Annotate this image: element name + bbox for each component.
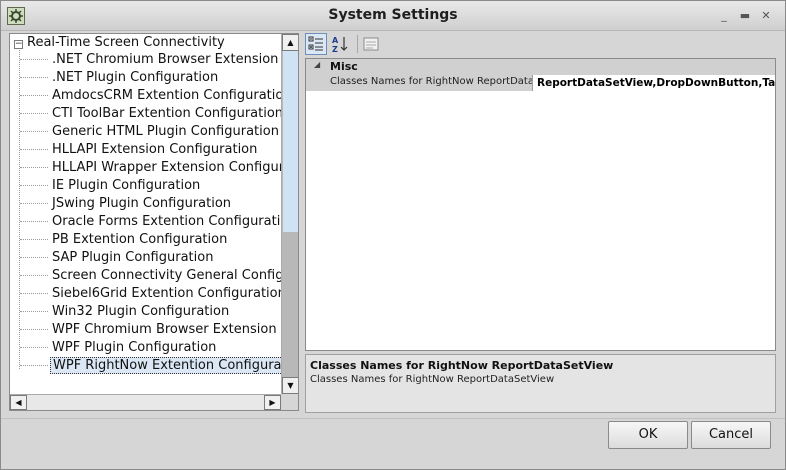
tree-root-label: Real-Time Screen Connectivity (27, 35, 225, 50)
ok-button[interactable]: OK (608, 421, 688, 449)
tree-item-label: HLLAPI Extension Configuration (52, 142, 258, 157)
scroll-right-icon[interactable]: ▶ (264, 395, 281, 410)
property-grid[interactable]: ◢ Misc Classes Names for RightNow Report… (305, 58, 776, 351)
scroll-corner (281, 394, 298, 410)
scroll-left-icon[interactable]: ◀ (10, 395, 27, 410)
toolbar-separator (357, 35, 358, 53)
tree-item-label: Oracle Forms Extention Configuratio (52, 214, 282, 229)
tree-item-label: .NET Plugin Configuration (52, 70, 219, 85)
minimize-button[interactable]: _ (717, 10, 731, 22)
maximize-button[interactable]: ▬ (738, 10, 752, 22)
tree-item[interactable]: .NET Chromium Browser Extension (20, 51, 282, 69)
category-row[interactable]: ◢ Misc (306, 59, 775, 75)
tree-item[interactable]: SAP Plugin Configuration (20, 249, 282, 267)
tree-item[interactable]: WPF Plugin Configuration (20, 339, 282, 357)
tree-item[interactable]: Screen Connectivity General Configu (20, 267, 282, 285)
tree-item[interactable]: IE Plugin Configuration (20, 177, 282, 195)
tree-item[interactable]: Siebel6Grid Extention Configuration (20, 285, 282, 303)
tree-item-label: PB Extention Configuration (52, 232, 228, 247)
tree-item-label: HLLAPI Wrapper Extension Configur (52, 160, 282, 175)
collapse-icon[interactable]: − (14, 40, 23, 49)
tree-item-label: WPF RightNow Extention Configurati (50, 357, 282, 374)
footer-divider (1, 418, 785, 419)
system-settings-window: System Settings _ ▬ ✕ − Real-Time Screen … (0, 0, 786, 470)
scroll-down-icon[interactable]: ▼ (282, 377, 298, 394)
tree-item-label: WPF Chromium Browser Extension C (52, 322, 282, 337)
tree-item-label: AmdocsCRM Extention Configuration (52, 88, 282, 103)
categorized-view-icon[interactable] (305, 33, 327, 55)
window-title: System Settings (328, 7, 458, 23)
description-pane: Classes Names for RightNow ReportDataSet… (305, 354, 776, 413)
tree-item-selected[interactable]: WPF RightNow Extention Configurati (20, 357, 282, 375)
title-bar[interactable]: System Settings _ ▬ ✕ (1, 1, 785, 31)
scroll-up-icon[interactable]: ▲ (282, 34, 298, 51)
tree-item[interactable]: Oracle Forms Extention Configuratio (20, 213, 282, 231)
property-value-field[interactable]: ReportDataSetView,DropDownButton,TabCont… (532, 75, 775, 91)
tree-item[interactable]: .NET Plugin Configuration (20, 69, 282, 87)
alphabetical-sort-icon[interactable]: A Z (329, 33, 351, 55)
tree-item[interactable]: Generic HTML Plugin Configuration (20, 123, 282, 141)
category-label: Misc (330, 60, 358, 73)
tree-item-label: JSwing Plugin Configuration (52, 196, 232, 211)
tree-item[interactable]: WPF Chromium Browser Extension C (20, 321, 282, 339)
svg-text:Z: Z (332, 45, 338, 54)
property-grid-toolbar: A Z (305, 33, 405, 55)
collapse-triangle-icon[interactable]: ◢ (314, 60, 320, 69)
settings-tree[interactable]: − Real-Time Screen Connectivity .NET Chro… (9, 33, 299, 411)
tree-item[interactable]: HLLAPI Extension Configuration (20, 141, 282, 159)
tree-item-label: IE Plugin Configuration (52, 178, 201, 193)
description-text: Classes Names for RightNow ReportDataSet… (310, 374, 555, 385)
tree-item-label: Screen Connectivity General Configu (52, 268, 282, 283)
description-title: Classes Names for RightNow ReportDataSet… (310, 359, 614, 372)
property-row[interactable]: Classes Names for RightNow ReportDataSet… (306, 75, 775, 91)
tree-item-label: Win32 Plugin Configuration (52, 304, 230, 319)
scroll-thumb[interactable] (283, 51, 298, 232)
tree-horizontal-scrollbar[interactable]: ◀ ▶ (10, 394, 281, 410)
property-pages-icon[interactable] (360, 33, 382, 55)
property-name: Classes Names for RightNow ReportDataSet… (330, 76, 532, 87)
close-button[interactable]: ✕ (759, 10, 773, 22)
tree-root-node[interactable]: − Real-Time Screen Connectivity (14, 35, 225, 51)
tree-item-label: Siebel6Grid Extention Configuration (52, 286, 282, 301)
tree-item[interactable]: AmdocsCRM Extention Configuration (20, 87, 282, 105)
tree-item-label: .NET Chromium Browser Extension (52, 52, 279, 67)
tree-vertical-scrollbar[interactable]: ▲ ▼ (281, 34, 298, 394)
tree-item[interactable]: HLLAPI Wrapper Extension Configur (20, 159, 282, 177)
svg-text:A: A (332, 36, 339, 45)
tree-item[interactable]: PB Extention Configuration (20, 231, 282, 249)
tree-item[interactable]: Win32 Plugin Configuration (20, 303, 282, 321)
tree-item-label: SAP Plugin Configuration (52, 250, 214, 265)
tree-item-label: CTI ToolBar Extention Configuration (52, 106, 282, 121)
cancel-button[interactable]: Cancel (691, 421, 771, 449)
tree-item[interactable]: JSwing Plugin Configuration (20, 195, 282, 213)
tree-item-label: WPF Plugin Configuration (52, 340, 217, 355)
tree-item[interactable]: CTI ToolBar Extention Configuration (20, 105, 282, 123)
tree-item-label: Generic HTML Plugin Configuration (52, 124, 279, 139)
